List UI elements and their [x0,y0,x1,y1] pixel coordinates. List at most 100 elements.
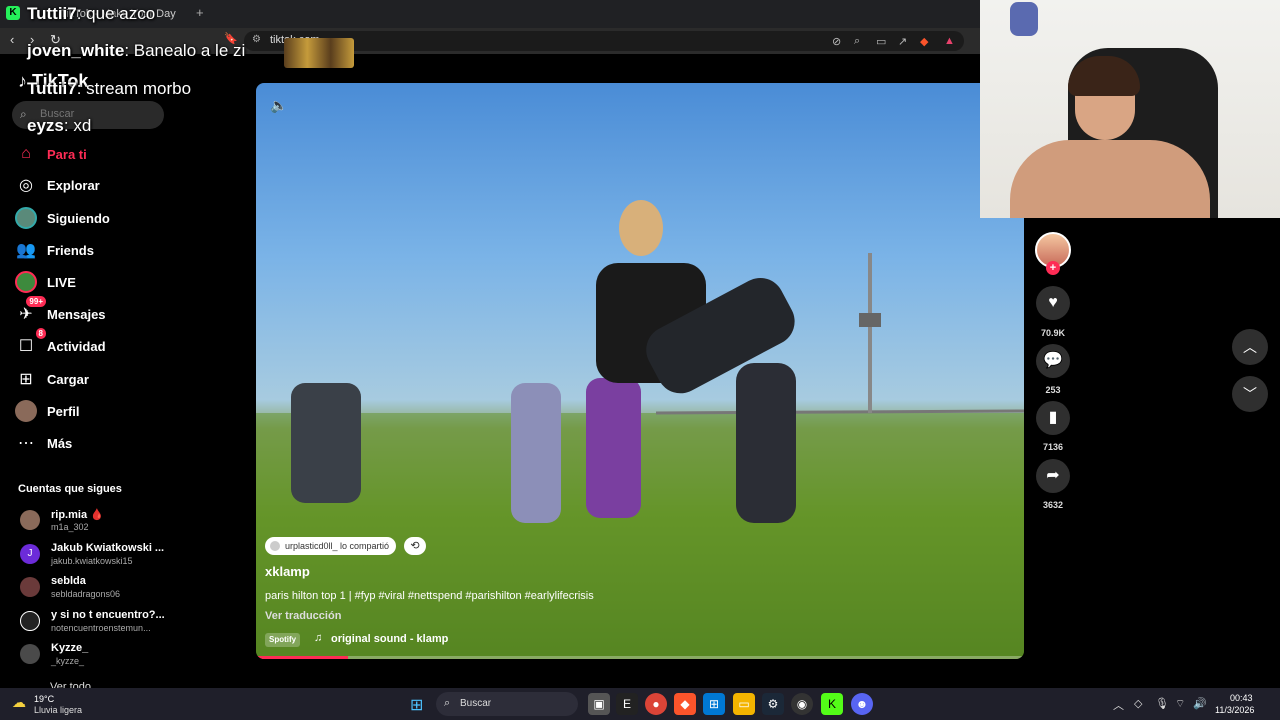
shared-by-chip[interactable]: urplasticd0ll_ lo compartió [265,537,397,555]
account-name: y si no t encuentro?... [51,609,165,621]
chat-message: eyzs: xd [27,116,91,136]
tracking-icon[interactable]: ⊘ [832,35,841,48]
wifi-icon[interactable]: ⌔ [1175,697,1185,711]
figurine [1010,2,1038,36]
spotify-badge[interactable]: Spotify [265,633,301,647]
following-avatar-icon [14,206,38,230]
followed-account[interactable]: y si no t encuentro?... notencuentroenst… [18,608,218,638]
avatar [270,541,280,551]
more-icon: ⋯ [18,435,34,452]
shared-by-label: urplasticd0ll_ lo compartió [285,541,390,551]
save-count: 7136 [1042,442,1064,452]
follow-button[interactable]: + [1046,261,1060,275]
tiktok-tab-icon[interactable]: K [6,6,20,20]
video-progress-bar[interactable] [256,656,1024,659]
new-tab-button[interactable]: + [196,5,204,20]
sidebar-item-label: LIVE [47,274,76,290]
account-handle: jakub.kwiatkowski15 [51,556,133,566]
volume-icon[interactable]: 🔈 [270,97,287,114]
heart-icon: ♥ [1048,294,1058,311]
sidebar-item-friends[interactable]: 👥 Friends [14,236,214,264]
chat-text: : que azco [76,4,156,23]
like-button[interactable]: ♥ [1036,286,1070,320]
comment-count: 253 [1045,385,1061,395]
followed-account[interactable]: rip.mia 🩸 m1a_302 [18,507,218,537]
activity-badge: 8 [35,328,46,339]
file-explorer-icon[interactable]: ▭ [733,693,755,715]
cast-icon[interactable]: ▭ [876,35,886,48]
followed-account[interactable]: seblda sebldadragons06 [18,574,218,604]
store-icon[interactable]: ⊞ [703,693,725,715]
compass-icon: ◎ [19,177,33,194]
clock-date[interactable]: 11/3/2026 [1215,705,1254,715]
save-button[interactable]: ▮ [1036,401,1070,435]
sidebar-item-label: Mensajes [47,306,106,322]
previous-video-button[interactable]: ︿ [1232,329,1268,365]
sidebar-item-mas[interactable]: ⋯ Más [14,429,214,457]
sidebar-item-actividad[interactable]: ☐ 8 Actividad [14,328,214,360]
microphone-icon[interactable]: 🎙 [1155,697,1169,710]
messages-badge: 99+ [26,296,46,307]
sidebar-item-perfil[interactable]: Perfil [14,397,214,425]
sidebar-item-para-ti[interactable]: ⌂ Para ti [14,140,214,168]
kick-icon[interactable]: K [821,693,843,715]
epic-games-icon[interactable]: E [616,693,638,715]
followed-account[interactable]: Kyzze_ _kyzze_ [18,641,218,671]
profile-icon [14,399,38,423]
obs-icon[interactable]: ◉ [791,693,813,715]
windows-start-icon[interactable]: ⊞ [410,695,423,715]
steam-icon[interactable]: ⚙ [762,693,784,715]
tray-overflow-icon[interactable]: ︿ [1113,697,1124,713]
chrome-icon[interactable]: ● [645,693,667,715]
rewards-icon[interactable]: ▲ [944,35,955,47]
sidebar-item-explorar[interactable]: ◎ Explorar [14,171,214,199]
back-button[interactable]: ‹ [10,32,14,47]
account-handle: notencuentroenstemun... [51,623,151,633]
discord-icon[interactable]: ☻ [851,693,873,715]
share-button[interactable]: ➦ [1036,459,1070,493]
sidebar-item-siguiendo[interactable]: Siguiendo [14,204,214,232]
search-icon: ⌕ [444,697,451,709]
taskbar-search[interactable]: ⌕ Buscar [436,692,578,716]
sidebar-item-label: Más [47,435,73,451]
sidebar-item-live[interactable]: LIVE [14,268,214,296]
windows-taskbar: ☁ 19°C Lluvia ligera ⊞ ⌕ Buscar ▣ E ● ◆ … [0,688,1280,720]
sidebar-item-mensajes[interactable]: ✈ 99+ Mensajes [14,296,214,328]
sidebar-item-label: Cargar [47,371,89,387]
next-video-button[interactable]: ﹀ [1232,376,1268,412]
avatar [20,510,40,530]
music-note-icon: ♫ [314,632,323,644]
home-icon: ⌂ [21,145,31,162]
followed-account[interactable]: J Jakub Kwiatkowski ... jakub.kwiatkowsk… [18,541,218,571]
video-player[interactable]: 🔈 urplasticd0ll_ lo compartió ⟲ xklamp p… [256,83,1024,659]
repost-icon[interactable]: ⟲ [404,537,426,555]
clock-time[interactable]: 00:43 [1230,693,1253,703]
sidebar-item-label: Friends [47,242,94,258]
chevron-down-icon: ﹀ [1243,386,1257,402]
avatar [20,577,40,597]
sidebar-item-label: Siguiendo [47,210,110,226]
weather-temperature[interactable]: 19°C [34,694,54,704]
video-author[interactable]: xklamp [265,564,310,579]
brave-shield-icon[interactable]: ◆ [920,35,928,48]
volume-icon[interactable]: 🔊 [1193,697,1207,710]
sidebar-item-cargar[interactable]: ⊞ Cargar [14,365,214,393]
sidebar-item-label: Actividad [47,338,106,354]
activity-icon: ☐ 8 [14,328,46,358]
upload-icon: ⊞ [19,371,33,388]
site-settings-icon[interactable]: ⚙ [252,34,261,45]
comment-button[interactable]: 💬 [1036,344,1070,378]
network-icon[interactable]: ◇ [1134,697,1142,710]
weather-condition: Lluvia ligera [34,705,83,715]
share-page-icon[interactable]: ↗ [898,35,907,48]
zoom-icon[interactable]: ⌕ [854,35,860,48]
translate-link[interactable]: Ver traducción [265,610,341,622]
weather-icon[interactable]: ☁ [12,694,26,711]
sound-link[interactable]: original sound - klamp [331,633,448,645]
sidebar-item-label: Explorar [47,177,100,193]
chat-text: : Banealo a le zi [124,41,246,60]
task-view-icon[interactable]: ▣ [588,693,610,715]
brave-icon[interactable]: ◆ [674,693,696,715]
search-icon: ⌕ [20,107,27,121]
share-icon: ➦ [1046,467,1060,484]
